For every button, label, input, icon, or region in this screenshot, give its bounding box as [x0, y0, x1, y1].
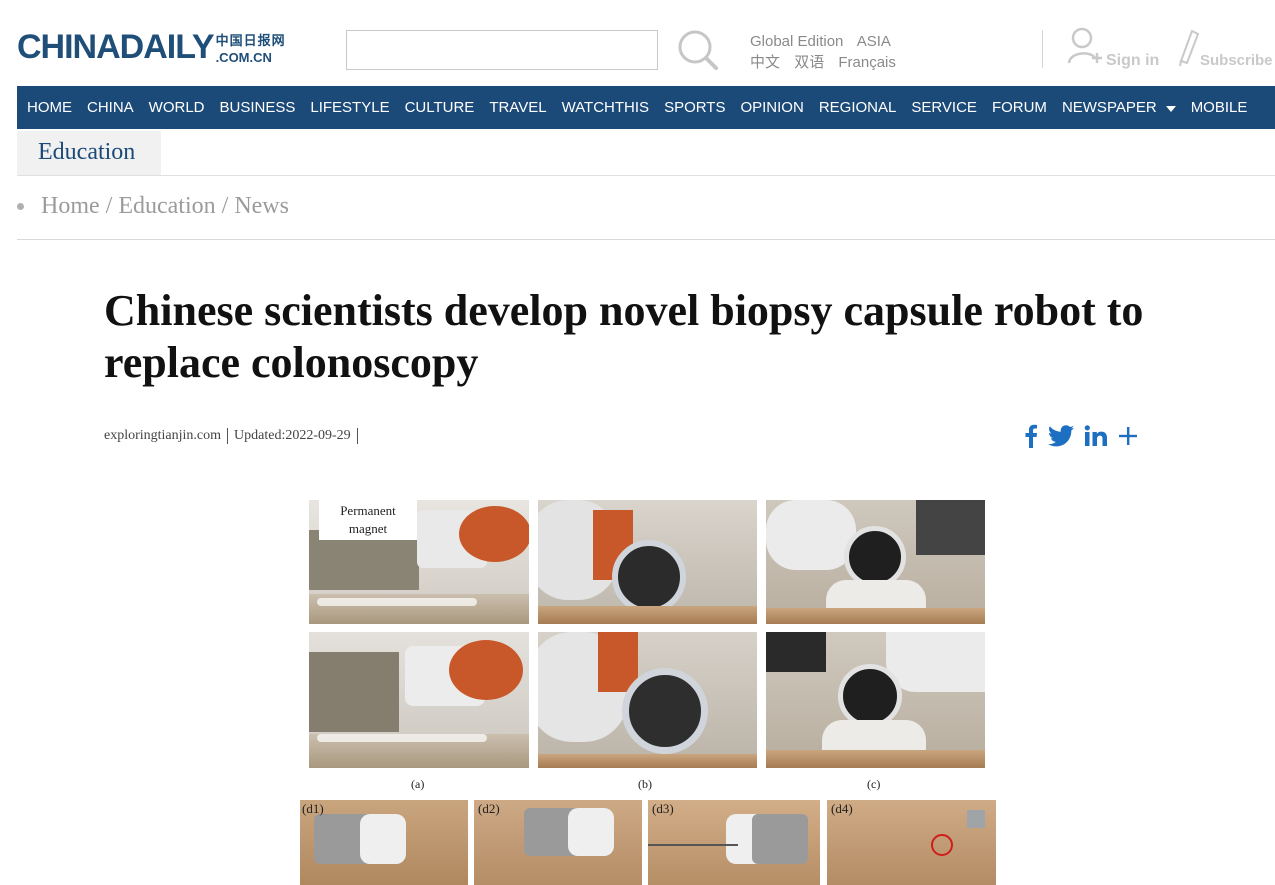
meta-separator	[356, 428, 358, 444]
breadcrumb-home[interactable]: Home	[41, 193, 100, 220]
nav-travel[interactable]: TRAVEL	[489, 99, 546, 116]
section-tab-label: Education	[38, 139, 136, 165]
nav-watchthis[interactable]: WATCHTHIS	[562, 99, 650, 116]
figure-panel-d4: (d4)	[827, 800, 996, 885]
figure-panel-d2: (d2)	[474, 800, 642, 885]
figure-panel-b-bottom	[538, 632, 757, 768]
logo-text: CHINADAILY	[17, 28, 215, 66]
sign-in-label: Sign in	[1106, 52, 1160, 69]
sub-label-d1: (d1)	[302, 801, 324, 816]
plus-icon[interactable]	[1118, 426, 1138, 446]
breadcrumb-separator: /	[221, 193, 229, 219]
nav-culture[interactable]: CULTURE	[405, 99, 475, 116]
article-source: exploringtianjin.com	[104, 428, 222, 443]
share-bar	[1024, 424, 1148, 448]
bullet-icon	[17, 203, 24, 210]
article-meta: exploringtianjin.com Updated:2022-09-29	[104, 428, 364, 444]
sub-label-d4: (d4)	[831, 801, 853, 816]
nav-forum[interactable]: FORUM	[992, 99, 1047, 116]
search-icon[interactable]	[676, 28, 720, 72]
chevron-down-icon	[1165, 105, 1176, 112]
edition-asia[interactable]: ASIA	[857, 33, 891, 50]
figure-panel-b-top	[538, 500, 757, 624]
meta-separator	[227, 428, 229, 444]
sub-label-d2: (d2)	[478, 801, 500, 816]
nav-china[interactable]: CHINA	[87, 99, 134, 116]
caption-a: (a)	[411, 777, 425, 791]
pencil-icon	[1178, 25, 1200, 72]
edition-chinese[interactable]: 中文	[750, 54, 780, 71]
nav-regional[interactable]: REGIONAL	[819, 99, 897, 116]
divider	[17, 239, 1275, 240]
divider	[17, 175, 1275, 176]
breadcrumb: Home / Education / News	[17, 193, 289, 220]
edition-global[interactable]: Global Edition	[750, 33, 843, 50]
magnet-label-line2: magnet	[348, 521, 388, 536]
section-tab-education[interactable]: Education	[17, 131, 161, 175]
nav-lifestyle[interactable]: LIFESTYLE	[310, 99, 389, 116]
logo-domain: .COM.CN	[215, 50, 272, 65]
magnet-label-line1: Permanent	[340, 503, 396, 518]
nav-newspaper[interactable]: NEWSPAPER	[1062, 99, 1176, 116]
nav-business[interactable]: BUSINESS	[220, 99, 296, 116]
edition-bilingual[interactable]: 双语	[794, 54, 824, 71]
nav-newspaper-label: NEWSPAPER	[1061, 99, 1157, 116]
subscribe-button[interactable]: Subscribe	[1178, 29, 1273, 72]
caption-b: (b)	[638, 777, 652, 791]
twitter-icon[interactable]	[1048, 425, 1074, 447]
breadcrumb-education[interactable]: Education	[118, 193, 215, 220]
subscribe-label: Subscribe	[1200, 52, 1273, 69]
edition-french[interactable]: Français	[838, 54, 896, 71]
figure-panel-d3: (d3)	[648, 800, 820, 885]
logo-chinese: 中国日报网	[215, 34, 286, 49]
sub-label-d3: (d3)	[652, 801, 674, 816]
caption-c: (c)	[867, 777, 881, 791]
article-updated: Updated:2022-09-29	[234, 428, 351, 443]
magnet-label: Permanent magnet	[319, 500, 417, 540]
facebook-icon[interactable]	[1024, 424, 1038, 448]
site-logo[interactable]: CHINADAILY 中国日报网 .COM.CN	[17, 28, 286, 64]
figure-panel-a-top: Permanent magnet	[309, 500, 529, 624]
figure-panel-c-top	[766, 500, 985, 624]
header-divider	[1042, 30, 1043, 68]
nav-home[interactable]: HOME	[27, 99, 72, 116]
article-headline: Chinese scientists develop novel biopsy …	[104, 286, 1144, 387]
nav-sports[interactable]: SPORTS	[664, 99, 725, 116]
nav-world[interactable]: WORLD	[149, 99, 205, 116]
sign-in-button[interactable]: Sign in	[1066, 27, 1160, 72]
nav-mobile[interactable]: MOBILE	[1191, 99, 1248, 116]
search-input[interactable]	[346, 30, 658, 70]
user-plus-icon	[1066, 25, 1104, 72]
edition-links: Global Edition ASIA 中文 双语 Français	[750, 31, 906, 73]
article-figure: Permanent magnet (a) (b) (c) (d1) (d2) (…	[300, 496, 996, 885]
linkedin-icon[interactable]	[1084, 425, 1108, 447]
figure-panel-c-bottom	[766, 632, 985, 768]
breadcrumb-news[interactable]: News	[234, 193, 289, 220]
figure-panel-a-bottom	[309, 632, 529, 768]
figure-panel-d1: (d1)	[300, 800, 468, 885]
nav-opinion[interactable]: OPINION	[740, 99, 803, 116]
breadcrumb-separator: /	[105, 193, 113, 219]
main-nav: HOME CHINA WORLD BUSINESS LIFESTYLE CULT…	[17, 86, 1275, 129]
nav-service[interactable]: SERVICE	[911, 99, 977, 116]
